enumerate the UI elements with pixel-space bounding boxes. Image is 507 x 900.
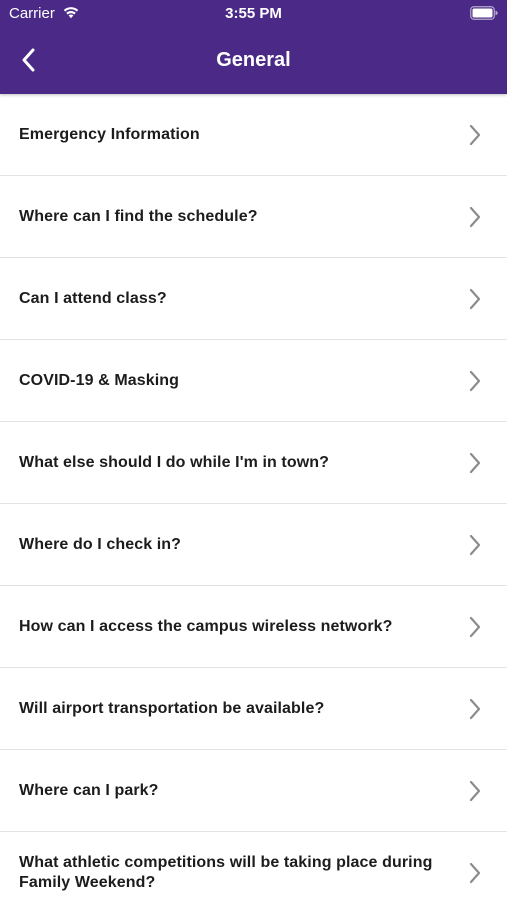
header: Carrier 3:55 PM General [0,0,507,94]
list-item-label: Can I attend class? [19,289,167,307]
chevron-right-icon [469,206,481,227]
list-item-label: Will airport transportation be available… [19,699,325,717]
list-item-label: Where can I find the schedule? [19,207,258,225]
list-item-label: Where do I check in? [19,535,182,553]
page-title: General [216,49,291,71]
list-item[interactable]: What else should I do while I'm in town? [0,422,507,504]
list-item[interactable]: Can I attend class? [0,258,507,340]
list-item[interactable]: What athletic competitions will be takin… [0,832,507,900]
chevron-right-icon [469,124,481,145]
list-item[interactable]: Where do I check in? [0,504,507,586]
list-item[interactable]: How can I access the campus wireless net… [0,586,507,668]
list-item[interactable]: COVID-19 & Masking [0,340,507,422]
status-bar: Carrier 3:55 PM [0,0,507,28]
list-item-label: COVID-19 & Masking [19,371,180,389]
chevron-right-icon [469,288,481,309]
chevron-right-icon [469,452,481,473]
chevron-right-icon [469,534,481,555]
faq-list: Emergency Information Where can I find t… [0,94,507,900]
list-item-label: Emergency Information [19,125,200,143]
list-item[interactable]: Where can I park? [0,750,507,832]
nav-bar: General [0,28,507,94]
list-item-label: What athletic competitions will be takin… [19,854,433,891]
list-item-label: How can I access the campus wireless net… [19,617,393,635]
chevron-right-icon [469,698,481,719]
chevron-right-icon [469,780,481,801]
chevron-right-icon [469,616,481,637]
battery-icon [470,6,498,20]
list-item[interactable]: Where can I find the schedule? [0,176,507,258]
list-item[interactable]: Will airport transportation be available… [0,668,507,750]
list-item-label: Where can I park? [19,781,159,799]
status-time: 3:55 PM [225,5,282,22]
screen: Carrier 3:55 PM General Emergency Inform… [0,0,507,900]
chevron-right-icon [469,862,481,884]
chevron-right-icon [469,370,481,391]
list-item-label: What else should I do while I'm in town? [19,453,330,471]
list-item[interactable]: Emergency Information [0,94,507,176]
